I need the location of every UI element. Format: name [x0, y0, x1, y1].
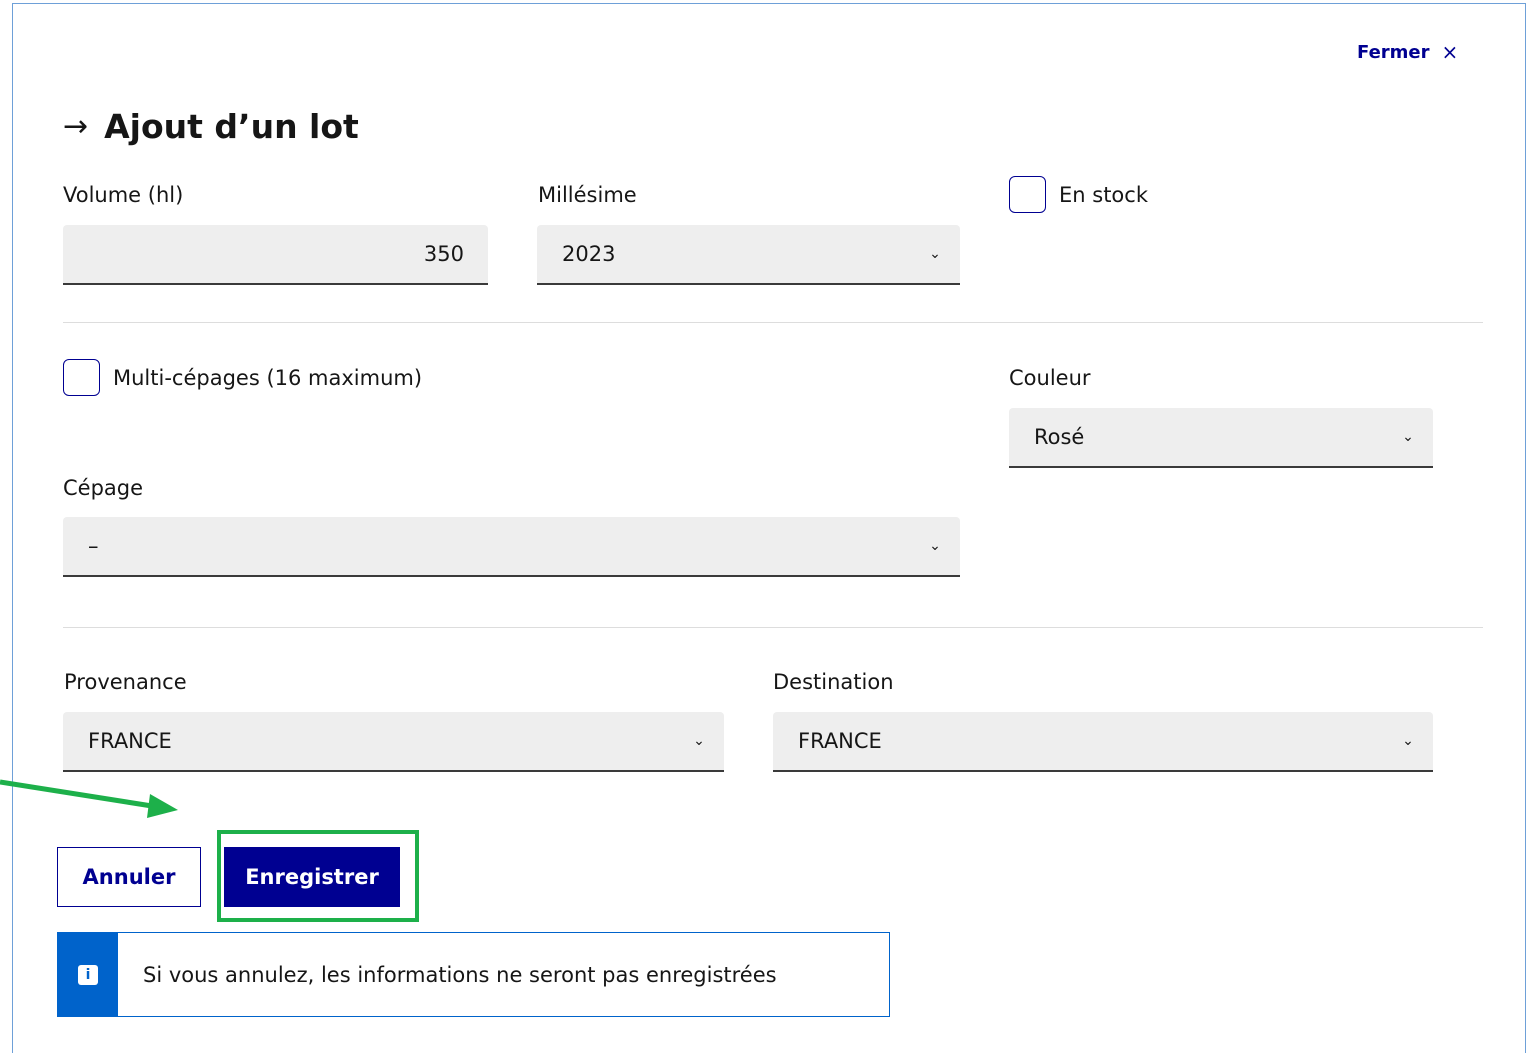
checkbox-box[interactable] — [1009, 176, 1046, 213]
chevron-down-icon: ⌄ — [929, 246, 941, 262]
cepage-label: Cépage — [63, 476, 144, 500]
annotation-arrow-line — [0, 779, 153, 809]
destination-value: FRANCE — [798, 729, 882, 753]
volume-value: 350 — [423, 242, 464, 266]
info-notice: i Si vous annulez, les informations ne s… — [57, 932, 890, 1017]
volume-input[interactable]: 350 — [63, 225, 488, 285]
close-button[interactable]: Fermer × — [1357, 40, 1458, 64]
en-stock-label: En stock — [1059, 182, 1148, 207]
close-label: Fermer — [1357, 41, 1430, 63]
checkbox-box[interactable] — [63, 359, 100, 396]
millesime-label: Millésime — [538, 183, 637, 207]
section-divider — [63, 322, 1483, 323]
cancel-button[interactable]: Annuler — [57, 847, 201, 907]
provenance-value: FRANCE — [88, 729, 172, 753]
info-message: Si vous annulez, les informations ne ser… — [143, 962, 777, 987]
volume-label: Volume (hl) — [63, 183, 184, 207]
close-icon: × — [1441, 40, 1459, 64]
couleur-value: Rosé — [1034, 425, 1085, 449]
chevron-down-icon: ⌄ — [929, 538, 941, 554]
info-icon: i — [78, 964, 98, 985]
destination-label: Destination — [773, 670, 894, 694]
annotation-highlight-box — [217, 830, 419, 922]
multi-cepages-checkbox[interactable]: Multi-cépages (16 maximum) — [63, 359, 422, 396]
chevron-down-icon: ⌄ — [1402, 429, 1414, 445]
destination-select[interactable]: FRANCE ⌄ — [773, 712, 1433, 772]
millesime-select[interactable]: 2023 ⌄ — [537, 225, 960, 285]
cepage-select[interactable]: – ⌄ — [63, 517, 960, 577]
couleur-select[interactable]: Rosé ⌄ — [1009, 408, 1433, 468]
chevron-down-icon: ⌄ — [1402, 733, 1414, 749]
provenance-label: Provenance — [64, 670, 187, 694]
arrow-right-icon: → — [63, 108, 89, 144]
modal-title: → Ajout d’un lot — [63, 104, 359, 148]
annotation-arrow-icon — [0, 779, 178, 818]
millesime-value: 2023 — [562, 242, 616, 266]
multi-cepages-label: Multi-cépages (16 maximum) — [113, 365, 423, 390]
annotation-arrow-head — [147, 794, 178, 818]
section-divider — [63, 627, 1483, 628]
en-stock-checkbox[interactable]: En stock — [1009, 176, 1148, 213]
info-strip: i — [58, 933, 118, 1016]
modal-title-text: Ajout d’un lot — [104, 106, 359, 146]
cepage-value: – — [88, 534, 99, 558]
chevron-down-icon: ⌄ — [693, 733, 705, 749]
couleur-label: Couleur — [1009, 366, 1091, 390]
